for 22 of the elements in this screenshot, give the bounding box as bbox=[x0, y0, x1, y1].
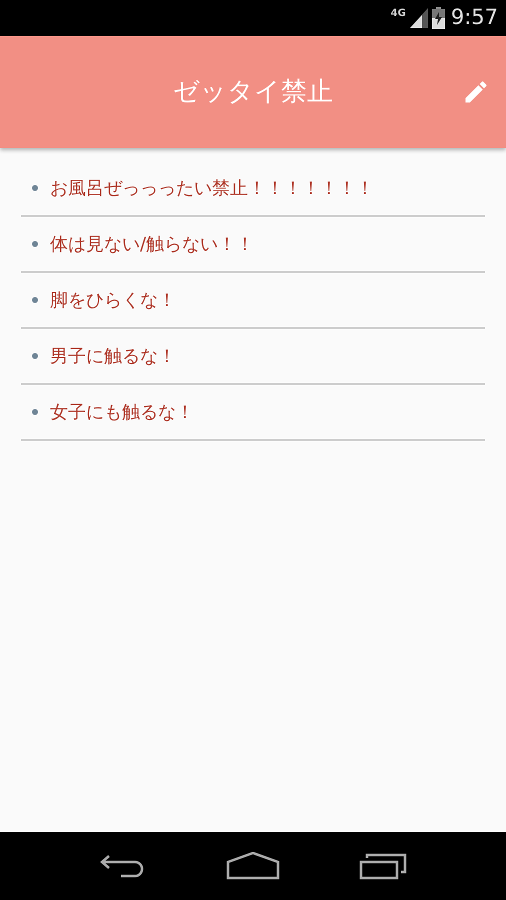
app-title: ゼッタイ禁止 bbox=[173, 76, 333, 108]
rule-text: 脚をひらくな！ bbox=[50, 288, 176, 312]
rule-item[interactable]: 男子に触るな！ bbox=[21, 329, 485, 385]
recent-apps-icon[interactable] bbox=[358, 852, 407, 880]
clock: 9:57 bbox=[450, 4, 498, 32]
rule-item[interactable]: 脚をひらくな！ bbox=[21, 273, 485, 329]
bullet-icon bbox=[32, 241, 38, 247]
rule-text: 女子にも触るな！ bbox=[50, 400, 194, 424]
rule-text: 男子に触るな！ bbox=[50, 344, 176, 368]
rule-item[interactable]: お風呂ぜっっったい禁止！！！！！！！ bbox=[21, 161, 485, 217]
battery-charging-icon bbox=[432, 7, 445, 29]
rule-text: 体は見ない/触らない！！ bbox=[50, 232, 254, 256]
rule-text: お風呂ぜっっったい禁止！！！！！！！ bbox=[50, 176, 374, 200]
bullet-icon bbox=[32, 297, 38, 303]
bullet-icon bbox=[32, 409, 38, 415]
network-type: 4G bbox=[390, 7, 406, 21]
rule-item[interactable]: 体は見ない/触らない！！ bbox=[21, 217, 485, 273]
home-icon[interactable] bbox=[226, 852, 280, 880]
bullet-icon bbox=[32, 185, 38, 191]
bullet-icon bbox=[32, 353, 38, 359]
signal-icon bbox=[410, 8, 428, 28]
rule-item[interactable]: 女子にも触るな！ bbox=[21, 385, 485, 441]
